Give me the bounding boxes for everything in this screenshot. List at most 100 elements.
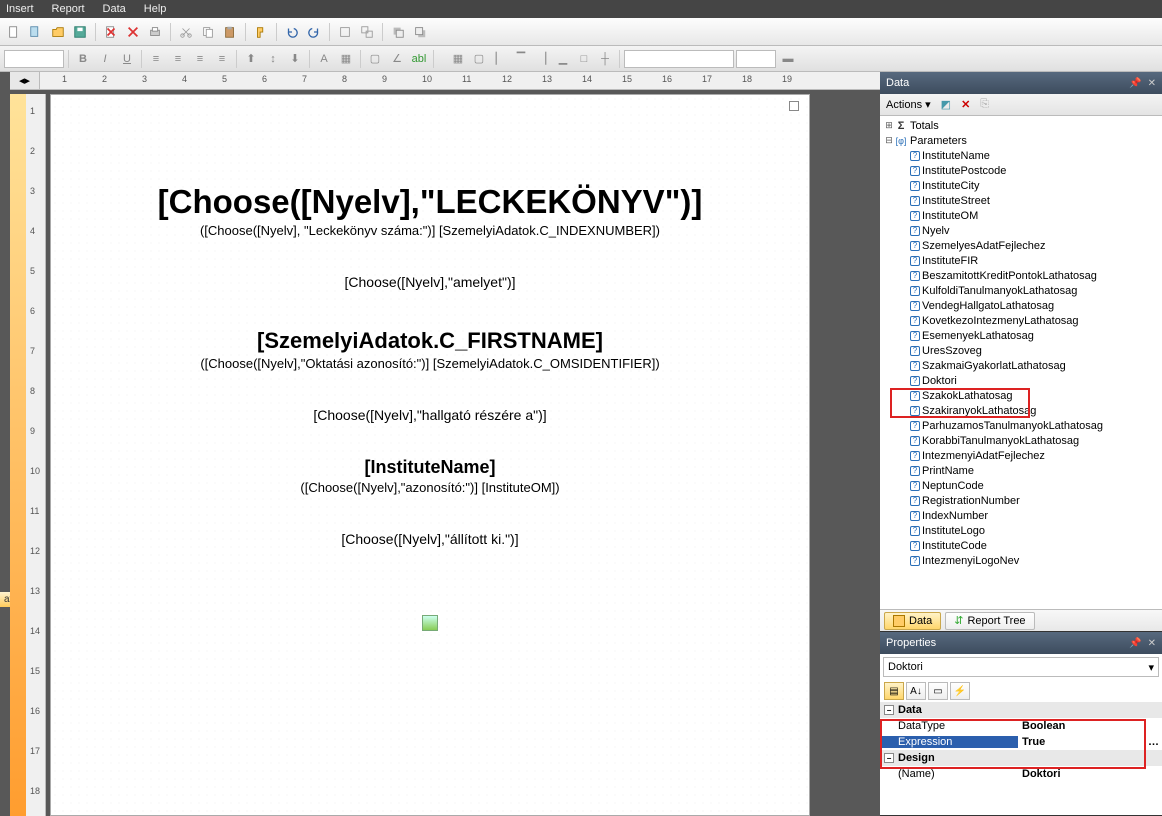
send-back-button[interactable] xyxy=(410,22,430,42)
tree-param-SzemelyesAdatFejlechez[interactable]: ?SzemelyesAdatFejlechez xyxy=(880,238,1162,253)
image-placeholder[interactable] xyxy=(422,615,438,631)
valign-bottom-button[interactable]: ⬇ xyxy=(285,49,305,69)
tab-data[interactable]: Data xyxy=(884,612,941,630)
tree-param-SzakmaiGyakorlatLathatosag[interactable]: ?SzakmaiGyakorlatLathatosag xyxy=(880,358,1162,373)
align-justify-button[interactable]: ≡ xyxy=(212,49,232,69)
tree-param-InstituteCity[interactable]: ?InstituteCity xyxy=(880,178,1162,193)
bring-front-button[interactable] xyxy=(388,22,408,42)
prop-row-expression[interactable]: ExpressionTrue… xyxy=(880,734,1162,750)
tree-param-Doktori[interactable]: ?Doktori xyxy=(880,373,1162,388)
redo-button[interactable] xyxy=(304,22,324,42)
currency-button[interactable]: abl xyxy=(409,49,429,69)
tree-param-KulfoldiTanulmanyokLathatosag[interactable]: ?KulfoldiTanulmanyokLathatosag xyxy=(880,283,1162,298)
tree-param-UresSzoveg[interactable]: ?UresSzoveg xyxy=(880,343,1162,358)
tree-param-IntezmenyiLogoNev[interactable]: ?IntezmenyiLogoNev xyxy=(880,553,1162,568)
border-none-button[interactable]: ▢ xyxy=(469,49,489,69)
prop-category-data[interactable]: −Data xyxy=(880,702,1162,718)
align-left-button[interactable]: ≡ xyxy=(146,49,166,69)
tree-param-InstituteStreet[interactable]: ?InstituteStreet xyxy=(880,193,1162,208)
undo-button[interactable] xyxy=(282,22,302,42)
tree-param-KorabbiTanulmanyokLathatosag[interactable]: ?KorabbiTanulmanyokLathatosag xyxy=(880,433,1162,448)
menu-report[interactable]: Report xyxy=(52,3,85,15)
align-right-button[interactable]: ≡ xyxy=(190,49,210,69)
tree-totals[interactable]: ⊞ΣTotals xyxy=(880,118,1162,133)
copy-button[interactable] xyxy=(198,22,218,42)
tree-param-KovetkezoIntezmenyLathatosag[interactable]: ?KovetkezoIntezmenyLathatosag xyxy=(880,313,1162,328)
open-button[interactable] xyxy=(48,22,68,42)
data-tree[interactable]: ⊞ΣTotals ⊟[φ]Parameters ?InstituteName?I… xyxy=(880,116,1162,609)
dropdown-icon[interactable]: ▾ xyxy=(1148,661,1154,674)
doc-allitott[interactable]: [Choose([Nyelv],"állított ki.")] xyxy=(91,531,769,547)
tree-param-InstituteName[interactable]: ?InstituteName xyxy=(880,148,1162,163)
tree-param-NeptunCode[interactable]: ?NeptunCode xyxy=(880,478,1162,493)
tree-param-SzakiranyokLathatosag[interactable]: ?SzakiranyokLathatosag xyxy=(880,403,1162,418)
border-button[interactable]: ▢ xyxy=(365,49,385,69)
tree-param-IndexNumber[interactable]: ?IndexNumber xyxy=(880,508,1162,523)
border-color-button[interactable]: ▬ xyxy=(778,49,798,69)
border-width-select[interactable] xyxy=(736,50,776,68)
ruler-corner[interactable]: ◂▸ xyxy=(10,72,40,89)
vertical-ruler[interactable]: 123456789101112131415161718 xyxy=(26,94,46,816)
tree-param-EsemenyekLathatosag[interactable]: ?EsemenyekLathatosag xyxy=(880,328,1162,343)
format-painter-button[interactable] xyxy=(251,22,271,42)
new-doc-button[interactable] xyxy=(4,22,24,42)
ungroup-button[interactable] xyxy=(357,22,377,42)
new-report-button[interactable] xyxy=(26,22,46,42)
valign-top-button[interactable]: ⬆ xyxy=(241,49,261,69)
doc-sub2[interactable]: ([Choose([Nyelv],"Oktatási azonosító:")]… xyxy=(91,356,769,371)
paste-button[interactable] xyxy=(220,22,240,42)
tree-param-VendegHallgatoLathatosag[interactable]: ?VendegHallgatoLathatosag xyxy=(880,298,1162,313)
doc-sub1[interactable]: ([Choose([Nyelv], "Leckekönyv száma:")] … xyxy=(91,223,769,238)
tree-param-SzakokLathatosag[interactable]: ?SzakokLathatosag xyxy=(880,388,1162,403)
align-center-button[interactable]: ≡ xyxy=(168,49,188,69)
border-all-button[interactable]: ▦ xyxy=(448,49,468,69)
property-object-name[interactable]: Doktori▾ xyxy=(883,657,1159,677)
bold-button[interactable]: B xyxy=(73,49,93,69)
prop-category-design[interactable]: −Design xyxy=(880,750,1162,766)
style-select[interactable] xyxy=(4,50,64,68)
pin-icon[interactable]: 📌 xyxy=(1129,638,1141,649)
doc-sub3[interactable]: ([Choose([Nyelv],"azonosító:")] [Institu… xyxy=(91,480,769,495)
tree-param-InstituteOM[interactable]: ?InstituteOM xyxy=(880,208,1162,223)
tree-param-BeszamitottKreditPontokLathatosag[interactable]: ?BeszamitottKreditPontokLathatosag xyxy=(880,268,1162,283)
prop-row-datatype[interactable]: DataTypeBoolean xyxy=(880,718,1162,734)
tree-param-PrintName[interactable]: ?PrintName xyxy=(880,463,1162,478)
doc-title[interactable]: [Choose([Nyelv],"LECKEKÖNYV")] xyxy=(91,183,769,221)
tree-param-InstituteFIR[interactable]: ?InstituteFIR xyxy=(880,253,1162,268)
doc-amelyet[interactable]: [Choose([Nyelv],"amelyet")] xyxy=(91,274,769,290)
tree-param-InstituteLogo[interactable]: ?InstituteLogo xyxy=(880,523,1162,538)
categorized-button[interactable]: ▤ xyxy=(884,682,904,700)
menu-help[interactable]: Help xyxy=(144,3,167,15)
new-item-icon[interactable]: ◩ xyxy=(941,98,951,111)
alphabetical-button[interactable]: A↓ xyxy=(906,682,926,700)
border-inner-button[interactable]: ┼ xyxy=(595,49,615,69)
angle-button[interactable]: ∠ xyxy=(387,49,407,69)
border-outer-button[interactable]: □ xyxy=(574,49,594,69)
fill-color-button[interactable]: ▦ xyxy=(336,49,356,69)
prop-row-name[interactable]: (Name)Doktori xyxy=(880,766,1162,782)
font-color-button[interactable]: A xyxy=(314,49,334,69)
border-style-select[interactable] xyxy=(624,50,734,68)
delete-item-icon[interactable]: ✕ xyxy=(961,98,970,111)
close-panel-icon[interactable]: ✕ xyxy=(1148,638,1156,649)
pages-button[interactable]: ▭ xyxy=(928,682,948,700)
tree-param-InstituteCode[interactable]: ?InstituteCode xyxy=(880,538,1162,553)
underline-button[interactable]: U xyxy=(117,49,137,69)
events-button[interactable]: ⚡ xyxy=(950,682,970,700)
page-control-icon[interactable] xyxy=(789,101,799,111)
group-button[interactable] xyxy=(335,22,355,42)
tree-param-IntezmenyiAdatFejlechez[interactable]: ?IntezmenyiAdatFejlechez xyxy=(880,448,1162,463)
doc-hallgato[interactable]: [Choose([Nyelv],"hallgató részére a")] xyxy=(91,407,769,423)
print-button[interactable] xyxy=(145,22,165,42)
menu-insert[interactable]: Insert xyxy=(6,3,34,15)
tree-param-InstitutePostcode[interactable]: ?InstitutePostcode xyxy=(880,163,1162,178)
report-page[interactable]: [Choose([Nyelv],"LECKEKÖNYV")] ([Choose(… xyxy=(50,94,810,816)
italic-button[interactable]: I xyxy=(95,49,115,69)
border-left-button[interactable]: ▏ xyxy=(490,49,510,69)
menu-data[interactable]: Data xyxy=(103,3,126,15)
doc-institute[interactable]: [InstituteName] xyxy=(91,457,769,478)
doc-name[interactable]: [SzemelyiAdatok.C_FIRSTNAME] xyxy=(91,328,769,354)
border-right-button[interactable]: ▕ xyxy=(532,49,552,69)
save-button[interactable] xyxy=(70,22,90,42)
actions-dropdown[interactable]: Actions ▾ xyxy=(886,98,931,111)
